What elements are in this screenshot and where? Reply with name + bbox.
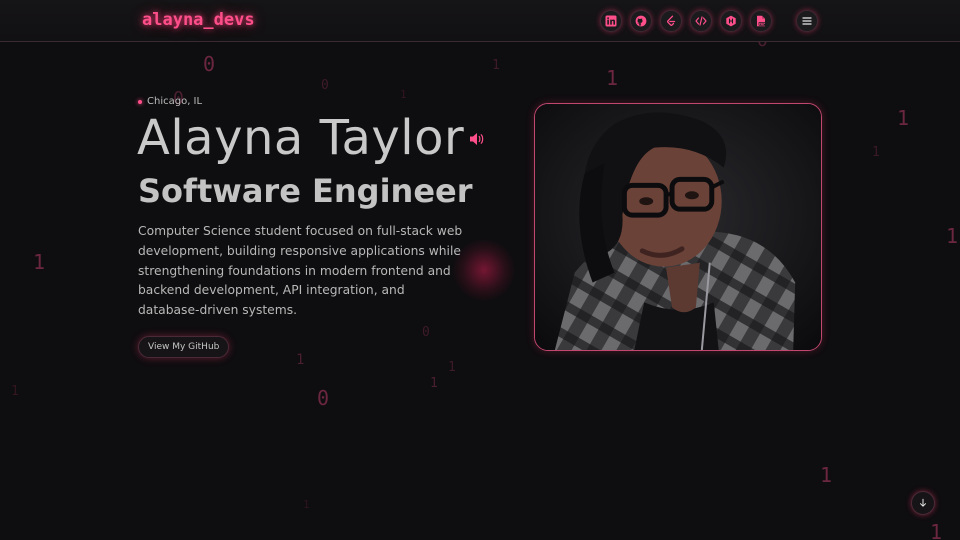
profile-photo — [534, 103, 822, 351]
github-link[interactable] — [630, 10, 652, 32]
binary-digit: 1 — [448, 360, 456, 375]
code-link[interactable] — [690, 10, 712, 32]
hamburger-menu-icon — [802, 17, 812, 25]
menu-button[interactable] — [796, 10, 818, 32]
resume-pdf-icon: PDF — [757, 15, 766, 27]
hackerrank-link[interactable] — [720, 10, 742, 32]
binary-digit: 0 — [317, 386, 330, 410]
hero-bio: Computer Science student focused on full… — [138, 224, 463, 318]
view-github-button[interactable]: View My GitHub — [138, 336, 230, 358]
linkedin-link[interactable] — [600, 10, 622, 32]
code-icon — [695, 16, 707, 26]
binary-digit: 1 — [820, 463, 833, 487]
svg-text:PDF: PDF — [759, 22, 765, 26]
site-logo[interactable]: alayna_devs — [142, 10, 255, 30]
binary-digit: 1 — [303, 498, 310, 511]
leetcode-icon — [667, 15, 676, 26]
binary-digit: 1 — [930, 520, 943, 540]
location-label: Chicago, IL — [147, 96, 203, 107]
github-icon — [635, 15, 647, 27]
scroll-down-button[interactable] — [911, 491, 935, 515]
location-dot-icon — [138, 99, 142, 104]
binary-digit: 1 — [33, 250, 46, 274]
binary-digit: 1 — [296, 352, 305, 368]
hero-name: Alayna Taylor — [137, 110, 465, 166]
profile-photo-image — [535, 104, 821, 350]
leetcode-link[interactable] — [660, 10, 682, 32]
binary-digit: 1 — [946, 224, 959, 248]
binary-digit: 0 — [321, 78, 329, 93]
social-links: PDF — [600, 10, 772, 32]
binary-digit: 1 — [606, 66, 619, 90]
binary-digit: 1 — [11, 384, 19, 399]
arrow-down-icon — [920, 498, 926, 507]
hackerrank-icon — [726, 15, 736, 27]
top-navbar: alayna_devs PDF — [0, 0, 960, 42]
linkedin-icon — [605, 15, 617, 27]
glow-orb — [452, 238, 516, 302]
resume-link[interactable]: PDF — [750, 10, 772, 32]
binary-digit: 0 — [203, 52, 216, 76]
binary-digit: 1 — [872, 145, 880, 160]
hero-title: Software Engineer — [138, 172, 473, 210]
binary-digit: 0 — [422, 325, 430, 340]
binary-digit: 1 — [400, 88, 407, 101]
speaker-icon[interactable] — [469, 132, 485, 146]
binary-digit: 1 — [897, 106, 910, 130]
location: Chicago, IL — [138, 96, 202, 107]
binary-digit: 1 — [430, 376, 438, 391]
binary-digit: 1 — [492, 58, 500, 73]
